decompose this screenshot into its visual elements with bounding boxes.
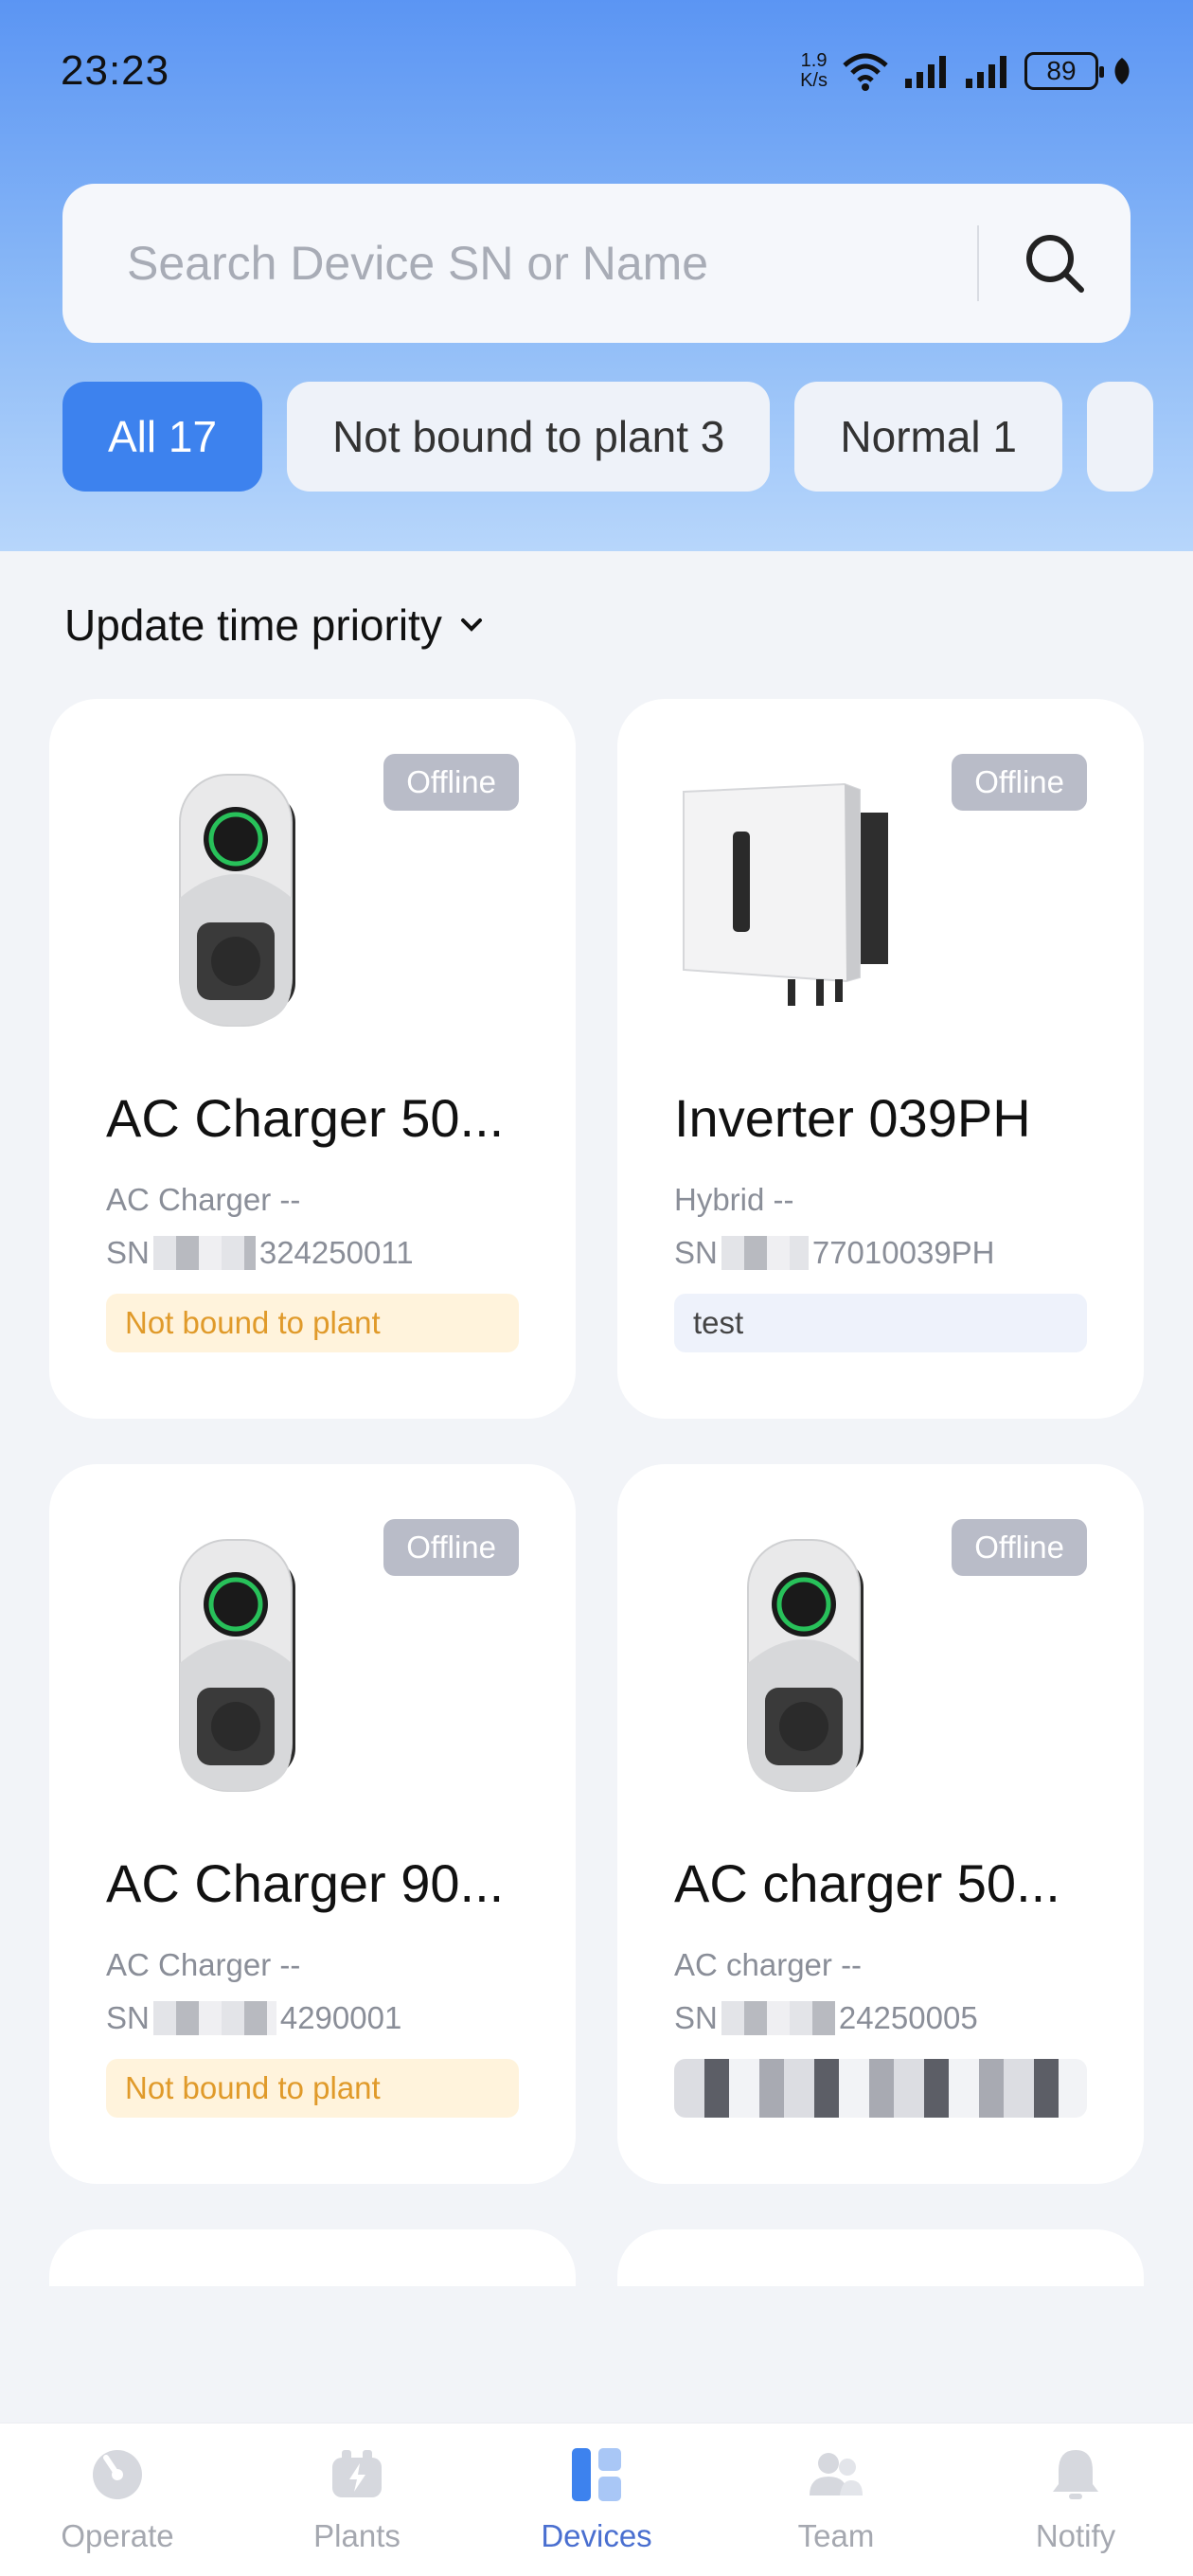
tab-plants[interactable]: Plants: [262, 2424, 452, 2576]
status-bar: 23:23 1.9 K/s 89: [0, 0, 1193, 142]
tab-notify[interactable]: Notify: [981, 2424, 1170, 2576]
device-sn: SN 4290001: [106, 2000, 402, 2035]
leaf-icon: [1114, 58, 1130, 84]
ac-charger-image: [747, 1539, 864, 1792]
filter-chips: All 17 Not bound to plant 3 Normal 1: [62, 382, 1193, 492]
tab-label: Operate: [61, 2518, 174, 2553]
devices-icon: [572, 2448, 621, 2501]
device-name: AC Charger 90...: [106, 1853, 505, 1913]
status-badge: Offline: [952, 754, 1087, 811]
device-card[interactable]: Offline AC charger 50... AC charger -- S…: [617, 1464, 1144, 2184]
status-time: 23:23: [61, 47, 170, 94]
tab-devices[interactable]: Devices: [502, 2424, 691, 2576]
device-name: AC charger 50...: [674, 1853, 1060, 1913]
signal-icon-2: [966, 56, 1006, 88]
ac-charger-image: [179, 1539, 295, 1792]
device-type: Hybrid --: [674, 1182, 794, 1217]
plants-icon: [332, 2450, 382, 2497]
device-type: AC Charger --: [106, 1182, 301, 1217]
redacted-sn: [721, 2001, 835, 2035]
device-type: AC charger --: [674, 1947, 863, 1982]
device-card[interactable]: Offline Inverter 039PH Hybrid -- SN 7701…: [617, 699, 1144, 1419]
tab-label: Devices: [541, 2518, 652, 2553]
device-sn: SN 77010039PH: [674, 1235, 995, 1270]
filter-chip-all[interactable]: All 17: [62, 382, 263, 492]
operate-icon: [93, 2450, 142, 2499]
ac-charger-image: [179, 774, 295, 1027]
redacted-sn: [721, 1236, 809, 1270]
plant-tag: Not bound to plant: [106, 2059, 519, 2118]
filter-chip-normal[interactable]: Normal 1: [794, 382, 1063, 492]
filter-chip-not-bound[interactable]: Not bound to plant 3: [287, 382, 771, 492]
plant-tag: test: [674, 1294, 1087, 1352]
tab-team[interactable]: Team: [741, 2424, 931, 2576]
status-badge: Offline: [383, 1519, 519, 1576]
inverter-image: [683, 782, 888, 1006]
status-badge: Offline: [952, 1519, 1087, 1576]
tab-label: Plants: [313, 2518, 401, 2553]
status-icons: 1.9 K/s 89: [800, 50, 1132, 92]
search-icon: [1026, 235, 1084, 293]
device-card-partial[interactable]: [49, 2229, 576, 2286]
search-bar: [62, 184, 1131, 343]
search-input[interactable]: [62, 184, 977, 343]
device-card[interactable]: Offline AC Charger 50... AC Charger -- S…: [49, 699, 576, 1419]
device-type: AC Charger --: [106, 1947, 301, 1982]
signal-icon: [905, 56, 946, 88]
tab-label: Team: [797, 2518, 875, 2553]
device-name: AC Charger 50...: [106, 1088, 505, 1148]
battery-indicator: 89: [1024, 52, 1104, 90]
search-button[interactable]: [979, 184, 1131, 343]
team-icon: [810, 2453, 863, 2496]
chevron-down-icon: [460, 618, 482, 632]
device-name: Inverter 039PH: [674, 1088, 1031, 1148]
device-card-partial[interactable]: [617, 2229, 1144, 2286]
bell-icon: [1053, 2450, 1098, 2499]
status-badge: Offline: [383, 754, 519, 811]
sort-dropdown[interactable]: Update time priority: [64, 595, 484, 655]
device-sn: SN 24250005: [674, 2000, 978, 2035]
filter-chip-more[interactable]: [1087, 382, 1154, 492]
tab-label: Notify: [1035, 2518, 1116, 2553]
bottom-tab-bar: Operate Plants Devices Team Notify: [0, 2423, 1193, 2576]
network-speed: 1.9 K/s: [800, 50, 828, 91]
plant-tag-redacted: [674, 2059, 1087, 2118]
sort-label: Update time priority: [64, 600, 442, 650]
redacted-sn: [152, 2001, 276, 2035]
wifi-icon: [843, 53, 888, 91]
redacted-sn: [152, 1236, 256, 1270]
tab-operate[interactable]: Operate: [23, 2424, 212, 2576]
device-card[interactable]: Offline AC Charger 90... AC Charger -- S…: [49, 1464, 576, 2184]
plant-tag: Not bound to plant: [106, 1294, 519, 1352]
device-sn: SN 324250011: [106, 1235, 414, 1270]
